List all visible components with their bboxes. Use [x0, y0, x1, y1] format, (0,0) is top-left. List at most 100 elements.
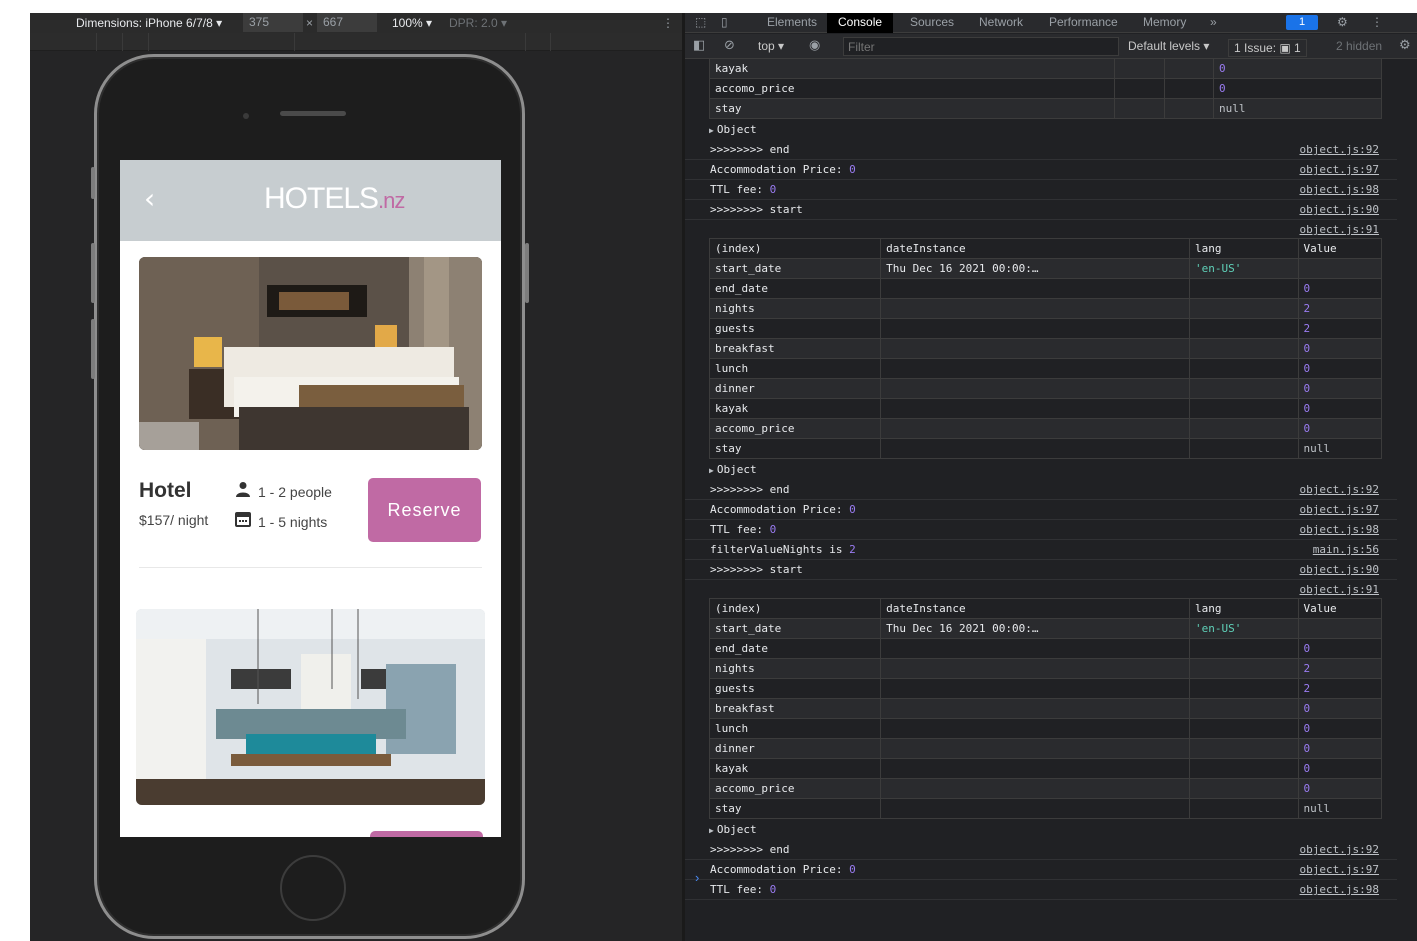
device-height-input[interactable]: 667 — [317, 13, 377, 32]
log-levels-dropdown[interactable]: Default levels ▾ — [1128, 39, 1209, 53]
lang-cell — [1189, 778, 1299, 799]
inspect-element-icon[interactable]: ⬚ — [695, 15, 706, 29]
tab-console[interactable]: Console — [827, 13, 894, 33]
devtools-panel: ⬚ ▯ Elements Console Sources Network Per… — [685, 13, 1417, 941]
value-cell: 0 — [1297, 398, 1383, 419]
reserve-button[interactable]: Reserve — [368, 478, 481, 542]
tab-network[interactable]: Network — [976, 13, 1026, 33]
table-row: stay null — [708, 98, 1383, 119]
table-header-row: (index) dateInstance lang Value — [708, 238, 1383, 259]
tab-sources[interactable]: Sources — [907, 13, 957, 33]
source-link[interactable]: object.js:92 — [1300, 140, 1379, 159]
console-log-line: object.js:91 — [685, 220, 1397, 240]
source-link[interactable]: object.js:98 — [1300, 180, 1379, 199]
tab-elements[interactable]: Elements — [764, 13, 820, 33]
table-row: kayak 0 — [708, 58, 1383, 79]
reserve-button-next[interactable] — [370, 831, 483, 837]
log-number: 2 — [849, 543, 856, 556]
source-link[interactable]: object.js:90 — [1300, 200, 1379, 219]
index-cell: dinner — [708, 378, 882, 399]
phone-screen: ‹ HOTELS.nz Hotel $157/ night 1 - 2 peop… — [120, 160, 501, 837]
date-cell — [880, 298, 1191, 319]
table-header-row: (index) dateInstance lang Value — [708, 598, 1383, 619]
date-cell — [880, 338, 1191, 359]
object-expander[interactable]: ▶ Object — [709, 460, 757, 480]
console-prompt[interactable]: › — [695, 870, 699, 885]
table-row: lunch 0 — [708, 358, 1383, 379]
card-divider — [139, 567, 482, 568]
phone-camera — [243, 113, 249, 119]
logo-main: HOTELS — [264, 182, 379, 215]
lang-cell: 'en-US' — [1189, 618, 1299, 639]
source-link[interactable]: object.js:98 — [1300, 880, 1379, 899]
table-header-cell: (index) — [708, 238, 882, 259]
kitchen-photo[interactable] — [136, 609, 485, 805]
people-meta: 1 - 2 people — [234, 481, 332, 501]
table-row: guests 2 — [708, 318, 1383, 339]
date-cell: Thu Dec 16 2021 00:00:… — [880, 618, 1191, 639]
source-link[interactable]: object.js:90 — [1300, 560, 1379, 579]
table-row: breakfast 0 — [708, 338, 1383, 359]
value-cell: 0 — [1297, 338, 1383, 359]
console-log-line: >>>>>>>> start object.js:90 — [685, 560, 1397, 580]
index-cell: stay — [708, 438, 882, 459]
value-cell: 0 — [1297, 378, 1383, 399]
device-width-input[interactable]: 375 — [243, 13, 303, 32]
object-expander[interactable]: ▶ Object — [709, 820, 757, 840]
issues-badge[interactable]: 1 — [1286, 15, 1318, 30]
date-cell — [880, 658, 1191, 679]
source-link[interactable]: object.js:97 — [1300, 860, 1379, 879]
value-cell — [1297, 618, 1383, 639]
source-link[interactable]: object.js:97 — [1300, 160, 1379, 179]
clear-console-icon[interactable]: ⊘ — [724, 38, 735, 53]
index-cell: stay — [708, 798, 882, 819]
zoom-dropdown[interactable]: 100% ▾ — [392, 16, 432, 30]
settings-gear-icon[interactable]: ⚙ — [1337, 15, 1348, 29]
tab-memory[interactable]: Memory — [1140, 13, 1189, 33]
log-text: >>>>>>>> end — [710, 483, 790, 496]
source-link[interactable]: object.js:92 — [1300, 840, 1379, 859]
table-row: nights 2 — [708, 658, 1383, 679]
date-cell — [880, 718, 1191, 739]
device-dimensions-dropdown[interactable]: Dimensions: iPhone 6/7/8 ▾ — [76, 16, 222, 30]
console-log-line: Accommodation Price: 0 object.js:97 — [685, 500, 1397, 520]
device-toggle-icon[interactable]: ▯ — [721, 15, 728, 29]
expand-triangle-icon[interactable]: ▶ — [709, 466, 714, 475]
live-expression-eye-icon[interactable]: ◉ — [809, 38, 820, 53]
console-log-line: object.js:91 — [685, 580, 1397, 600]
tab-performance[interactable]: Performance — [1046, 13, 1121, 33]
date-cell — [1114, 78, 1165, 99]
expand-triangle-icon[interactable]: ▶ — [709, 826, 714, 835]
expand-triangle-icon[interactable]: ▶ — [709, 126, 714, 135]
devtools-menu-icon[interactable]: ⋮ — [1371, 15, 1383, 29]
home-button[interactable] — [280, 855, 346, 921]
lang-cell — [1189, 638, 1299, 659]
object-expander[interactable]: ▶ Object — [709, 120, 757, 140]
issue-count: 1 — [1298, 16, 1306, 28]
dpr-dropdown[interactable]: DPR: 2.0 ▾ — [449, 16, 507, 30]
issues-button[interactable]: 1 Issue: ▣ 1 — [1228, 39, 1307, 57]
date-cell — [880, 358, 1191, 379]
index-cell: start_date — [708, 618, 882, 639]
device-more-icon[interactable]: ⋮ — [662, 16, 674, 30]
card-title: Hotel — [139, 479, 192, 502]
context-selector[interactable]: top ▾ — [758, 39, 784, 53]
more-tabs-icon[interactable]: » — [1207, 13, 1220, 33]
table-header-cell: (index) — [708, 598, 882, 619]
source-link[interactable]: object.js:91 — [1300, 580, 1379, 599]
hotel-room-photo[interactable] — [139, 257, 482, 450]
console-filter-input[interactable] — [843, 37, 1119, 56]
console-log-line: TTL fee: 0 object.js:98 — [685, 880, 1397, 900]
sidebar-toggle-icon[interactable]: ◧ — [693, 38, 705, 53]
index-cell: end_date — [708, 278, 882, 299]
log-text: filterValueNights is — [710, 543, 843, 556]
source-link[interactable]: object.js:98 — [1300, 520, 1379, 539]
back-icon[interactable]: ‹ — [144, 182, 155, 215]
source-link[interactable]: main.js:56 — [1313, 540, 1379, 559]
source-link[interactable]: object.js:91 — [1300, 220, 1379, 239]
console-settings-icon[interactable]: ⚙ — [1399, 38, 1411, 53]
index-cell: guests — [708, 678, 882, 699]
source-link[interactable]: object.js:97 — [1300, 500, 1379, 519]
value-cell — [1297, 258, 1383, 279]
source-link[interactable]: object.js:92 — [1300, 480, 1379, 499]
